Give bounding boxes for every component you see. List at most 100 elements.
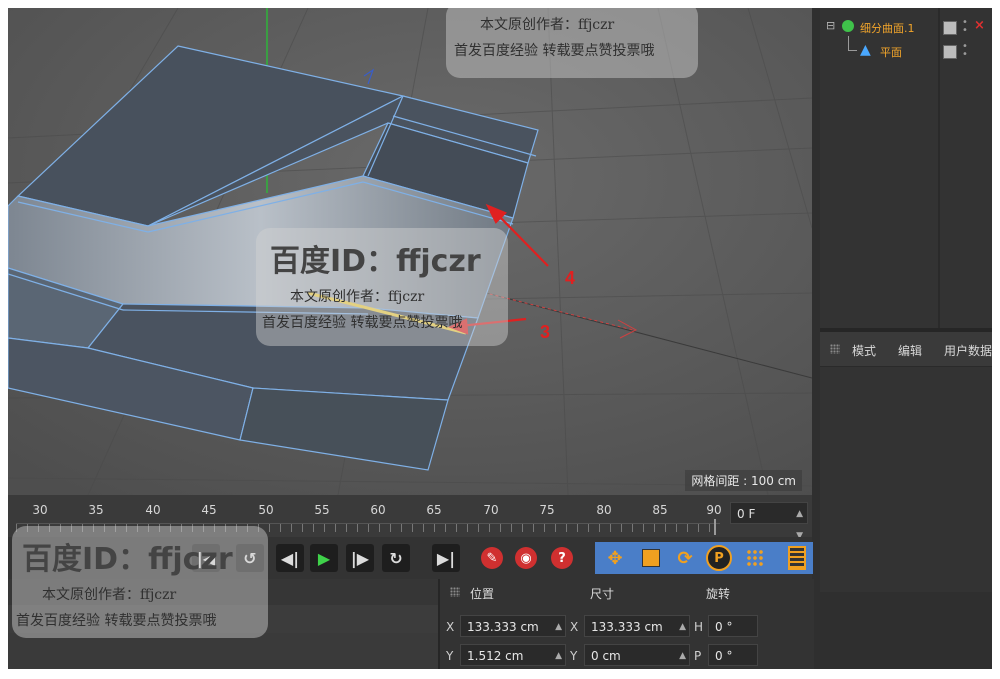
- timeline-tick: 30: [32, 503, 48, 517]
- scale-box-icon: [642, 549, 660, 567]
- axis-label-p: P: [694, 649, 702, 663]
- timeline-end-marker: [714, 519, 716, 535]
- previous-frame-button[interactable]: ◀|: [276, 544, 304, 572]
- timeline-tick: 70: [483, 503, 499, 517]
- subdivision-surface-icon: [842, 20, 854, 32]
- object-row-subdivision-surface[interactable]: ⊟ 细分曲面.1 • • ×: [820, 18, 992, 38]
- size-y-value: 0 cm: [591, 649, 621, 663]
- 3d-viewport[interactable]: 4 3 网格间距 : 100 cm 本文原创作者：ffjczr 首发百度经验 转…: [8, 8, 812, 495]
- keyframe-selection-button[interactable]: ?: [548, 544, 576, 572]
- watermark-author: 本文原创作者：ffjczr: [290, 289, 425, 305]
- object-row-plane[interactable]: ▲ 平面 • •: [820, 36, 992, 62]
- question-key-icon: ?: [551, 547, 573, 569]
- rotation-key-button[interactable]: ⟳: [671, 544, 699, 572]
- next-frame-icon: |▶: [350, 548, 370, 568]
- tree-collapse-icon[interactable]: ⊟: [826, 19, 835, 32]
- rotate-icon: ⟳: [677, 547, 693, 569]
- position-y-field[interactable]: 1.512 cm ▲▼: [460, 644, 566, 666]
- watermark-id: 百度ID：ffjczr: [22, 542, 233, 577]
- visibility-dots-icon[interactable]: • •: [962, 18, 968, 36]
- next-key-button[interactable]: ↻: [382, 544, 410, 572]
- plane-object-icon: ▲: [860, 42, 871, 58]
- scale-key-button[interactable]: [637, 544, 665, 572]
- timeline-window-button[interactable]: [783, 544, 811, 572]
- cinema4d-window: 4 3 网格间距 : 100 cm 本文原创作者：ffjczr 首发百度经验 转…: [8, 8, 992, 669]
- tree-branch-line: [848, 36, 857, 51]
- annotation-label-3: 3: [540, 322, 550, 342]
- attribute-tab-bar: 模式 编辑 用户数据: [820, 332, 992, 367]
- current-frame-value: 0 F: [737, 507, 756, 521]
- next-key-icon: ↻: [389, 548, 403, 568]
- axis-label-x: X: [446, 620, 455, 634]
- rotation-p-field[interactable]: 0 °: [708, 644, 758, 666]
- position-x-value: 133.333 cm: [467, 620, 539, 634]
- watermark-author: 本文原创作者：ffjczr: [480, 17, 615, 33]
- size-header: 尺寸: [590, 587, 615, 601]
- record-key-icon: ✎: [481, 547, 503, 569]
- watermark-promo: 首发百度经验 转载要点赞投票哦: [454, 43, 655, 59]
- skip-end-icon: ▶|: [436, 548, 456, 568]
- size-x-value: 133.333 cm: [591, 620, 663, 634]
- layer-tag-icon[interactable]: [943, 45, 957, 59]
- timeline-tick: 35: [88, 503, 104, 517]
- watermark-promo: 首发百度经验 转载要点赞投票哦: [16, 613, 217, 629]
- rotation-h-field[interactable]: 0 °: [708, 615, 758, 637]
- go-to-end-button[interactable]: ▶|: [432, 544, 460, 572]
- timeline-tick: 40: [145, 503, 161, 517]
- object-label[interactable]: 细分曲面.1: [860, 20, 915, 36]
- point-grid-icon: [746, 549, 764, 567]
- annotation-label-4: 4: [565, 268, 575, 288]
- spinner-icon[interactable]: ▲▼: [555, 645, 562, 669]
- visibility-dots-icon[interactable]: • •: [962, 42, 968, 60]
- parameter-key-button[interactable]: P: [705, 544, 733, 572]
- position-header: 位置: [470, 587, 495, 601]
- disabled-x-icon[interactable]: ×: [974, 18, 985, 33]
- size-y-field[interactable]: 0 cm ▲▼: [584, 644, 690, 666]
- axis-label-size-x: X: [570, 620, 579, 634]
- size-x-field[interactable]: 133.333 cm ▲▼: [584, 615, 690, 654]
- rotation-h-value: 0 °: [715, 620, 733, 634]
- current-frame-field[interactable]: 0 F ▲ ▼: [730, 502, 808, 541]
- move-arrows-icon: ✥: [607, 547, 623, 569]
- watermark-middle: 百度ID：ffjczr 本文原创作者：ffjczr 首发百度经验 转载要点赞投票…: [256, 228, 508, 346]
- key-mode-group: ✥ ⟳ P: [595, 542, 813, 574]
- spinner-icon[interactable]: ▲▼: [679, 645, 686, 669]
- timeline-tick: 45: [201, 503, 217, 517]
- next-frame-button[interactable]: |▶: [346, 544, 374, 572]
- timeline-tick: 55: [314, 503, 330, 517]
- tab-user-data[interactable]: 用户数据: [944, 342, 992, 359]
- record-keys-button[interactable]: ✎: [478, 544, 506, 572]
- panel-grip-icon[interactable]: [830, 344, 840, 354]
- watermark-bottom-left: 百度ID：ffjczr 本文原创作者：ffjczr 首发百度经验 转载要点赞投票…: [12, 526, 268, 638]
- point-level-key-button[interactable]: [741, 544, 769, 572]
- layer-tag-icon[interactable]: [943, 21, 957, 35]
- film-strip-icon: [788, 546, 806, 570]
- watermark-promo: 首发百度经验 转载要点赞投票哦: [262, 315, 463, 331]
- timeline-tick: 50: [258, 503, 274, 517]
- object-manager: ⊟ 细分曲面.1 • • × ▲ 平面 • •: [820, 8, 992, 328]
- play-icon: ▶: [317, 548, 331, 568]
- parameter-p-icon: P: [706, 545, 732, 571]
- position-x-field[interactable]: 133.333 cm ▲▼: [460, 615, 566, 654]
- timeline-tick: 75: [539, 503, 555, 517]
- timeline-tick: 65: [426, 503, 442, 517]
- play-button[interactable]: ▶: [310, 544, 338, 572]
- tab-mode[interactable]: 模式: [852, 342, 876, 359]
- position-y-value: 1.512 cm: [467, 649, 524, 663]
- previous-frame-icon: ◀|: [280, 548, 300, 568]
- rotation-header: 旋转: [706, 587, 731, 601]
- object-label[interactable]: 平面: [880, 44, 902, 60]
- grid-spacing-readout: 网格间距 : 100 cm: [685, 470, 802, 491]
- auto-key-icon: ◉: [515, 547, 537, 569]
- panel-grip-icon[interactable]: [450, 587, 460, 597]
- axis-label-size-y: Y: [570, 649, 578, 663]
- attribute-manager: 模式 编辑 用户数据: [820, 332, 992, 592]
- rotation-p-value: 0 °: [715, 649, 733, 663]
- watermark-top: 本文原创作者：ffjczr 首发百度经验 转载要点赞投票哦: [446, 8, 698, 78]
- auto-key-button[interactable]: ◉: [512, 544, 540, 572]
- axis-label-y: Y: [446, 649, 454, 663]
- position-key-button[interactable]: ✥: [601, 544, 629, 572]
- timeline-tick: 60: [370, 503, 386, 517]
- axis-label-h: H: [694, 620, 704, 634]
- tab-edit[interactable]: 编辑: [898, 342, 922, 359]
